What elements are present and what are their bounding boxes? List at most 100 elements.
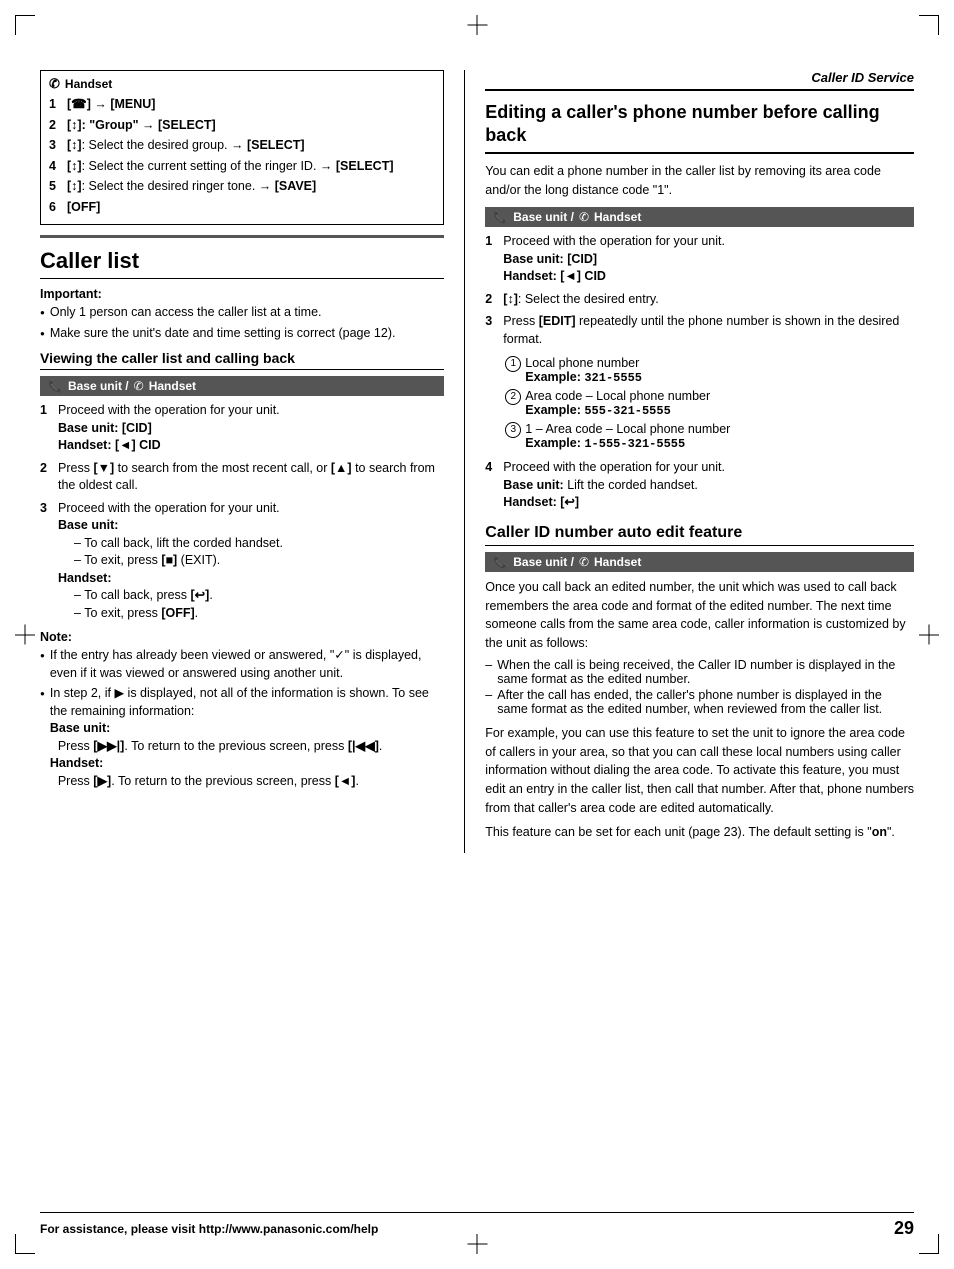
note-label: Note: (40, 630, 444, 644)
step-item: 2 [↕]: Select the desired entry. (485, 291, 914, 309)
circle-num-1: 1 (505, 356, 521, 372)
step-text: [☎] → [MENU] (67, 96, 435, 114)
step-item: 3 Proceed with the operation for your un… (40, 500, 444, 623)
handset-step-list: 1 [☎] → [MENU] 2 [↕]: "Group" → [SELECT]… (49, 96, 435, 216)
bullet-text: Make sure the unit's date and time setti… (50, 325, 396, 343)
handset-label2: Handset (149, 379, 196, 393)
step-item: 3 [↕]: Select the desired group. → [SELE… (49, 137, 435, 155)
step-text: Press [▼] to search from the most recent… (58, 460, 444, 495)
step-num: 2 (40, 460, 58, 495)
handset-section-header: Handset (49, 76, 435, 92)
auto-edit-para1: Once you call back an edited number, the… (485, 578, 914, 653)
step-text: Press [EDIT] repeatedly until the phone … (503, 313, 914, 348)
step-item: 2 Press [▼] to search from the most rece… (40, 460, 444, 495)
note-section: Note: If the entry has already been view… (40, 630, 444, 790)
page-footer: For assistance, please visit http://www.… (40, 1212, 914, 1239)
page-container: Handset 1 [☎] → [MENU] 2 [↕]: "Group" → … (0, 0, 954, 1269)
editing-section-title: Editing a caller's phone number before c… (485, 101, 914, 154)
base-icon: 📞 (493, 555, 508, 569)
dash-text: After the call has ended, the caller's p… (497, 688, 914, 716)
step-num: 1 (49, 96, 67, 114)
step-num: 1 (485, 233, 503, 286)
handset-icon: ✆ (579, 555, 589, 569)
corner-mark-br (919, 1234, 939, 1254)
important-bullets: Only 1 person can access the caller list… (40, 304, 444, 342)
left-column: Handset 1 [☎] → [MENU] 2 [↕]: "Group" → … (40, 70, 465, 853)
auto-edit-section: Caller ID number auto edit feature 📞 Bas… (485, 524, 914, 842)
handset-icon (49, 76, 60, 92)
step-item: 2 [↕]: "Group" → [SELECT] (49, 117, 435, 135)
step-text: [↕]: "Group" → [SELECT] (67, 117, 435, 135)
step-num: 3 (485, 313, 503, 348)
format-item-3: 3 1 – Area code – Local phone number Exa… (505, 422, 914, 451)
circle-num-2: 2 (505, 389, 521, 405)
handset-icon2: ✆ (134, 379, 144, 393)
format-label-3: 1 – Area code – Local phone number Examp… (525, 422, 730, 451)
bullet-text: Only 1 person can access the caller list… (50, 304, 322, 322)
step-text: Proceed with the operation for your unit… (58, 500, 444, 623)
step-item: 1 Proceed with the operation for your un… (485, 233, 914, 286)
cross-mark-right (919, 634, 939, 635)
step-item: 1 Proceed with the operation for your un… (40, 402, 444, 455)
bullet-item: In step 2, if ▶ is displayed, not all of… (40, 685, 444, 790)
auto-edit-title: Caller ID number auto edit feature (485, 524, 914, 546)
base-handset-box-editing: 📞 Base unit / ✆ Handset (485, 207, 914, 227)
step-num: 5 (49, 178, 67, 196)
format-item-2: 2 Area code – Local phone number Example… (505, 389, 914, 418)
page-header: Caller ID Service (485, 70, 914, 91)
section-divider (40, 235, 444, 238)
bullet-text: If the entry has already been viewed or … (50, 647, 444, 682)
circle-num-3: 3 (505, 422, 521, 438)
step-num: 6 (49, 199, 67, 217)
base-handset-box-viewing: 📞 Base unit / ✆ Handset (40, 376, 444, 396)
corner-mark-tl (15, 15, 35, 35)
step-item: 4 Proceed with the operation for your un… (485, 459, 914, 512)
format-label-1: Local phone number Example: 321-5555 (525, 356, 642, 385)
cross-mark-left (15, 634, 35, 635)
step-item: 5 [↕]: Select the desired ringer tone. →… (49, 178, 435, 196)
step-text: [↕]: Select the current setting of the r… (67, 158, 435, 176)
step-text: [↕]: Select the desired entry. (503, 291, 914, 309)
step-item: 4 [↕]: Select the current setting of the… (49, 158, 435, 176)
step-text: [↕]: Select the desired ringer tone. → [… (67, 178, 435, 196)
format-item-1: 1 Local phone number Example: 321-5555 (505, 356, 914, 385)
step-num: 2 (485, 291, 503, 309)
step-item: 3 Press [EDIT] repeatedly until the phon… (485, 313, 914, 348)
base-label: Base unit / (513, 555, 574, 569)
bullet-item: Only 1 person can access the caller list… (40, 304, 444, 322)
content-area: Handset 1 [☎] → [MENU] 2 [↕]: "Group" → … (40, 70, 914, 853)
bullet-item: Make sure the unit's date and time setti… (40, 325, 444, 343)
handset-label: Handset (594, 210, 641, 224)
step-text: Proceed with the operation for your unit… (503, 233, 914, 286)
corner-mark-tr (919, 15, 939, 35)
bullet-item: If the entry has already been viewed or … (40, 647, 444, 682)
step-num: 1 (40, 402, 58, 455)
important-label: Important: (40, 287, 444, 301)
viewing-section-title: Viewing the caller list and calling back (40, 350, 444, 370)
step-num: 3 (49, 137, 67, 155)
right-column: Caller ID Service Editing a caller's pho… (465, 70, 914, 853)
step-item: 6 [OFF] (49, 199, 435, 217)
handset-label: Handset (65, 77, 112, 91)
step-num: 2 (49, 117, 67, 135)
base-label: Base unit / (513, 210, 574, 224)
step-text: Proceed with the operation for your unit… (503, 459, 914, 512)
auto-edit-para2: For example, you can use this feature to… (485, 724, 914, 818)
editing-section: Editing a caller's phone number before c… (485, 101, 914, 512)
editing-steps: 1 Proceed with the operation for your un… (485, 233, 914, 348)
footer-text: For assistance, please visit http://www.… (40, 1222, 378, 1236)
auto-edit-dash2: After the call has ended, the caller's p… (485, 688, 914, 716)
caller-list-title: Caller list (40, 248, 444, 279)
bullet-text: In step 2, if ▶ is displayed, not all of… (50, 685, 444, 790)
step-text: [OFF] (67, 199, 435, 217)
handset-section-box: Handset 1 [☎] → [MENU] 2 [↕]: "Group" → … (40, 70, 444, 225)
base-icon: 📞 (48, 379, 63, 393)
handset-icon: ✆ (579, 210, 589, 224)
cross-mark-top (477, 15, 478, 35)
corner-mark-bl (15, 1234, 35, 1254)
handset-label: Handset (594, 555, 641, 569)
auto-edit-dash1: When the call is being received, the Cal… (485, 658, 914, 686)
base-handset-label: Base unit / (68, 379, 129, 393)
dash-text: When the call is being received, the Cal… (497, 658, 914, 686)
auto-edit-para3: This feature can be set for each unit (p… (485, 823, 914, 842)
